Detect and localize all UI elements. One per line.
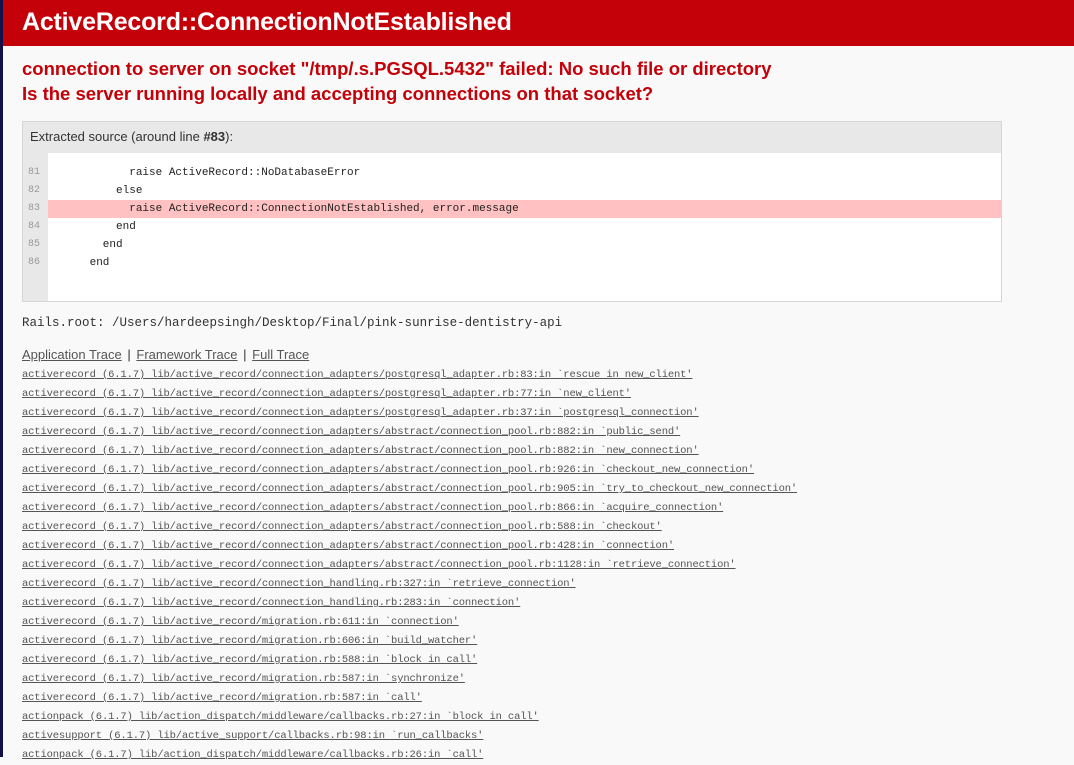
trace-list: activerecord (6.1.7) lib/active_record/c… [22, 366, 797, 765]
trace-frame-link[interactable]: activerecord (6.1.7) lib/active_record/c… [22, 499, 797, 518]
line-number: 84 [28, 221, 41, 232]
line-number: 83 [28, 203, 41, 214]
source-line: end [50, 221, 136, 233]
window-left-edge [0, 0, 3, 757]
line-number-gutter: 81 82 83 84 85 86 [23, 153, 48, 301]
exception-message-line: Is the server running locally and accept… [22, 83, 654, 104]
trace-frame-link[interactable]: activerecord (6.1.7) lib/active_record/c… [22, 537, 797, 556]
trace-frame-link[interactable]: activerecord (6.1.7) lib/active_record/m… [22, 651, 797, 670]
source-line: end [50, 239, 123, 251]
trace-frame-link[interactable]: activerecord (6.1.7) lib/active_record/c… [22, 404, 797, 423]
tab-framework-trace[interactable]: Framework Trace [136, 347, 237, 362]
exception-message-line: connection to server on socket "/tmp/.s.… [22, 58, 772, 79]
trace-frame-link[interactable]: activerecord (6.1.7) lib/active_record/c… [22, 594, 797, 613]
tab-separator: | [243, 347, 247, 362]
trace-frame-link[interactable]: actionpack (6.1.7) lib/action_dispatch/m… [22, 746, 797, 765]
source-code: raise ActiveRecord::NoDatabaseError else… [48, 153, 1001, 301]
tab-application-trace[interactable]: Application Trace [22, 347, 122, 362]
line-number: 82 [28, 185, 41, 196]
extracted-source-title: Extracted source (around line #83): [23, 122, 1001, 153]
source-line: else [50, 185, 143, 197]
trace-frame-link[interactable]: activerecord (6.1.7) lib/active_record/m… [22, 613, 797, 632]
trace-frame-link[interactable]: activerecord (6.1.7) lib/active_record/m… [22, 689, 797, 708]
trace-tabs: Application Trace | Framework Trace | Fu… [22, 347, 309, 362]
source-line: raise ActiveRecord::NoDatabaseError [50, 167, 361, 179]
page-title: ActiveRecord::ConnectionNotEstablished [22, 8, 512, 36]
trace-frame-link[interactable]: activerecord (6.1.7) lib/active_record/m… [22, 632, 797, 651]
trace-frame-link[interactable]: activerecord (6.1.7) lib/active_record/c… [22, 480, 797, 499]
extracted-source-box: Extracted source (around line #83): 81 82… [22, 121, 1002, 302]
error-header: ActiveRecord::ConnectionNotEstablished [3, 0, 1074, 46]
trace-frame-link[interactable]: activerecord (6.1.7) lib/active_record/c… [22, 518, 797, 537]
trace-frame-link[interactable]: activerecord (6.1.7) lib/active_record/c… [22, 423, 797, 442]
trace-frame-link[interactable]: activerecord (6.1.7) lib/active_record/m… [22, 670, 797, 689]
source-title-prefix: Extracted source (around line [30, 129, 204, 144]
trace-frame-link[interactable]: activerecord (6.1.7) lib/active_record/c… [22, 442, 797, 461]
line-number: 81 [28, 167, 41, 178]
source-title-suffix: ): [225, 129, 234, 144]
trace-frame-link[interactable]: activerecord (6.1.7) lib/active_record/c… [22, 366, 797, 385]
trace-frame-link[interactable]: activerecord (6.1.7) lib/active_record/c… [22, 556, 797, 575]
line-number: 85 [28, 239, 41, 250]
trace-frame-link[interactable]: activerecord (6.1.7) lib/active_record/c… [22, 461, 797, 480]
source-line: end [50, 257, 110, 269]
exception-message: connection to server on socket "/tmp/.s.… [22, 56, 1074, 106]
trace-frame-link[interactable]: activesupport (6.1.7) lib/active_support… [22, 727, 797, 746]
error-content: connection to server on socket "/tmp/.s.… [22, 46, 1074, 761]
trace-frame-link[interactable]: activerecord (6.1.7) lib/active_record/c… [22, 575, 797, 594]
source-title-line: #83 [203, 129, 226, 144]
source-line-highlighted: raise ActiveRecord::ConnectionNotEstabli… [48, 200, 1001, 218]
tab-separator: | [127, 347, 131, 362]
source-body: 818283848586 raise ActiveRecord::NoDatab… [23, 153, 1001, 301]
rails-root: Rails.root: /Users/hardeepsingh/Desktop/… [22, 316, 563, 330]
trace-frame-link[interactable]: activerecord (6.1.7) lib/active_record/c… [22, 385, 797, 404]
line-number: 86 [28, 257, 41, 268]
trace-frame-link[interactable]: actionpack (6.1.7) lib/action_dispatch/m… [22, 708, 797, 727]
tab-full-trace[interactable]: Full Trace [252, 347, 309, 362]
